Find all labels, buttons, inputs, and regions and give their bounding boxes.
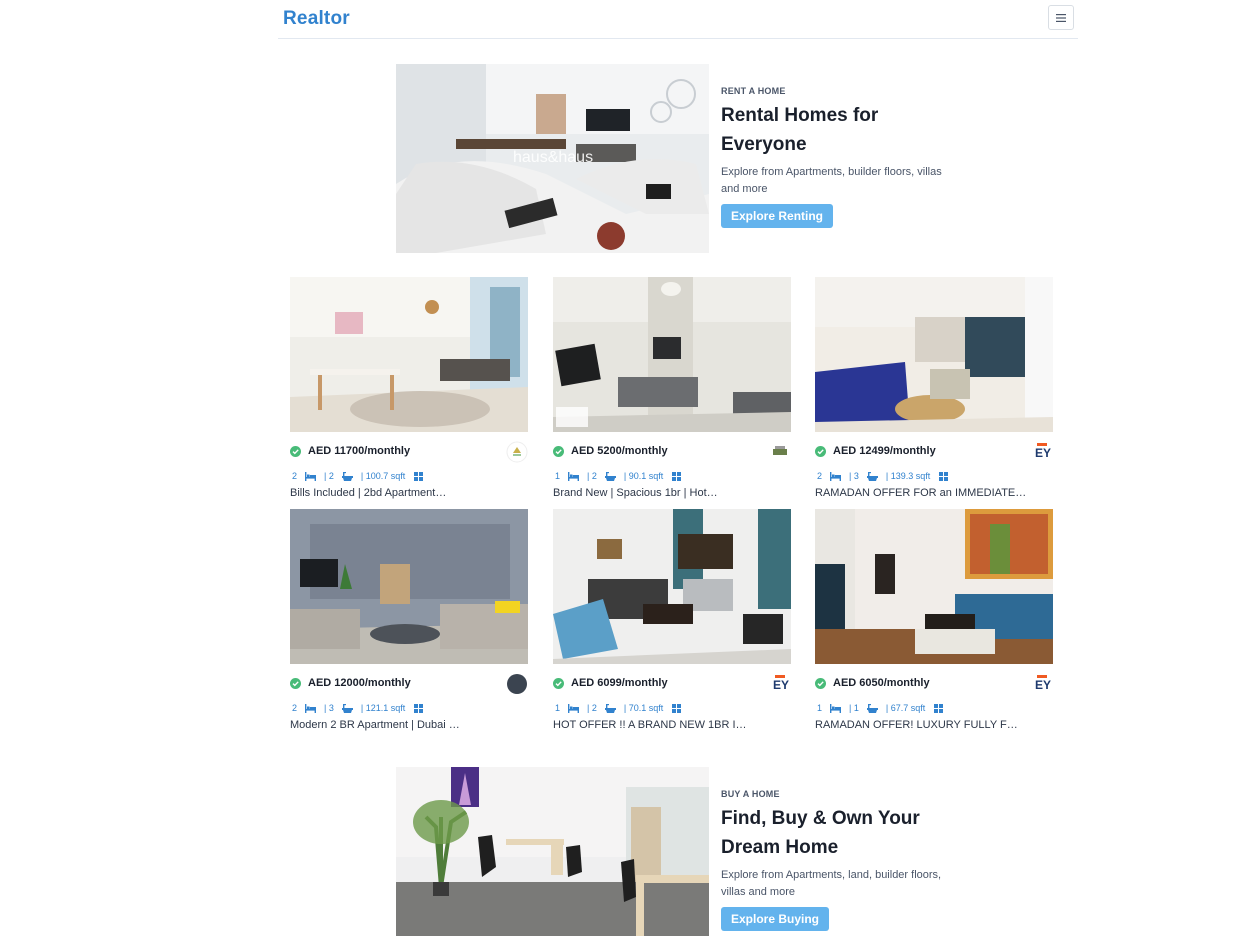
listing-photo[interactable] <box>553 277 791 432</box>
explore-renting-button[interactable]: Explore Renting <box>721 204 834 228</box>
rooms-count: 1 <box>555 471 561 481</box>
listing-price: AED 5200/monthly <box>571 445 668 457</box>
agency-avatar[interactable] <box>506 441 528 463</box>
area-value: | 139.3 sqft <box>885 471 931 481</box>
listing-title[interactable]: Modern 2 BR Apartment | Dubai … <box>290 719 528 731</box>
listing-photo[interactable] <box>290 509 528 664</box>
bed-icon <box>830 471 842 481</box>
listing-meta: 2 | 3 | 121.1 sqft <box>290 700 528 716</box>
buy-banner: BUY A HOME Find, Buy & Own Your Dream Ho… <box>396 767 966 936</box>
svg-text:haus&haus: haus&haus <box>513 149 593 166</box>
baths-count: | 1 <box>849 703 859 713</box>
listing-photo[interactable] <box>553 509 791 664</box>
check-circle-icon <box>815 678 826 689</box>
agency-avatar[interactable]: EY <box>1031 441 1053 463</box>
grid-icon <box>672 471 682 481</box>
bed-icon <box>305 471 317 481</box>
grid-icon <box>939 471 949 481</box>
baths-count: | 2 <box>324 471 334 481</box>
bath-icon <box>604 471 616 481</box>
area-value: | 70.1 sqft <box>623 703 664 713</box>
listing-price: AED 12499/monthly <box>833 445 936 457</box>
baths-count: | 3 <box>849 471 859 481</box>
area-value: | 121.1 sqft <box>360 703 406 713</box>
bath-icon <box>866 471 878 481</box>
check-circle-icon <box>553 678 564 689</box>
agency-avatar[interactable]: EY <box>769 673 791 695</box>
bath-icon <box>866 703 878 713</box>
listing-price: AED 11700/monthly <box>308 445 411 457</box>
rooms-count: 1 <box>555 703 561 713</box>
check-circle-icon <box>290 446 301 457</box>
rooms-count: 1 <box>817 703 823 713</box>
agency-avatar[interactable]: EY <box>1031 673 1053 695</box>
explore-buying-button[interactable]: Explore Buying <box>721 907 830 931</box>
buy-title: Find, Buy & Own Your Dream Home <box>721 808 920 858</box>
area-value: | 90.1 sqft <box>623 471 664 481</box>
rent-banner: haus&haus RENT A HOME Rental Homes for E… <box>396 64 966 253</box>
area-value: | 100.7 sqft <box>360 471 406 481</box>
check-circle-icon <box>815 446 826 457</box>
listing-title[interactable]: Brand New | Spacious 1br | Hot… <box>553 487 791 499</box>
listing-meta: 1 | 1 | 67.7 sqft <box>815 700 1053 716</box>
grid-icon <box>672 703 682 713</box>
listing-card[interactable]: AED 12499/monthly EY 2 | 3 | 139.3 sqft RAMAD… <box>815 277 1053 499</box>
listing-meta: 1 | 2 | 90.1 sqft <box>553 468 791 484</box>
listing-price: AED 12000/monthly <box>308 677 411 689</box>
listing-meta: 2 | 3 | 139.3 sqft <box>815 468 1053 484</box>
listing-card[interactable]: AED 11700/monthly 2 | 2 | 100.7 sqft Bills I… <box>290 277 528 499</box>
rooms-count: 2 <box>292 471 298 481</box>
grid-icon <box>414 703 424 713</box>
listing-photo[interactable] <box>290 277 528 432</box>
rent-eyebrow: RENT A HOME <box>721 86 786 96</box>
listing-card[interactable]: AED 12000/monthly 2 | 3 | 121.1 sqft Modern … <box>290 509 528 731</box>
bed-icon <box>830 703 842 713</box>
baths-count: | 2 <box>587 703 597 713</box>
listing-title[interactable]: RAMADAN OFFER! LUXURY FULLY F… <box>815 719 1053 731</box>
check-circle-icon <box>290 678 301 689</box>
listing-price: AED 6050/monthly <box>833 677 930 689</box>
listing-photo[interactable] <box>815 509 1053 664</box>
svg-text:EY: EY <box>773 678 789 692</box>
brand-logo[interactable]: Realtor <box>283 8 350 30</box>
menu-button[interactable] <box>1048 5 1074 30</box>
svg-text:EY: EY <box>1035 678 1051 692</box>
listing-card[interactable]: AED 5200/monthly 1 | 2 | 90.1 sqft Brand New… <box>553 277 791 499</box>
area-value: | 67.7 sqft <box>885 703 926 713</box>
check-circle-icon <box>553 446 564 457</box>
baths-count: | 3 <box>324 703 334 713</box>
bed-icon <box>568 703 580 713</box>
grid-icon <box>934 703 944 713</box>
listing-title[interactable]: Bills Included | 2bd Apartment… <box>290 487 528 499</box>
bath-icon <box>341 471 353 481</box>
listing-title[interactable]: HOT OFFER !! A BRAND NEW 1BR I… <box>553 719 791 731</box>
bath-icon <box>604 703 616 713</box>
bath-icon <box>341 703 353 713</box>
rent-title: Rental Homes for Everyone <box>721 105 879 155</box>
listing-price: AED 6099/monthly <box>571 677 668 689</box>
hamburger-icon <box>1056 13 1066 22</box>
listing-card[interactable]: AED 6050/monthly EY 1 | 1 | 67.7 sqft RAMADAN… <box>815 509 1053 731</box>
listing-meta: 1 | 2 | 70.1 sqft <box>553 700 791 716</box>
bed-icon <box>568 471 580 481</box>
grid-icon <box>414 471 424 481</box>
buy-eyebrow: BUY A HOME <box>721 789 780 799</box>
buy-description: Explore from Apartments, land, builder f… <box>721 869 942 898</box>
rent-banner-photo: haus&haus <box>396 64 709 253</box>
listing-meta: 2 | 2 | 100.7 sqft <box>290 468 528 484</box>
agency-avatar[interactable] <box>769 441 791 463</box>
baths-count: | 2 <box>587 471 597 481</box>
navbar: Realtor <box>278 0 1078 39</box>
rooms-count: 2 <box>292 703 298 713</box>
listing-card[interactable]: AED 6099/monthly EY 1 | 2 | 70.1 sqft HOT OFF… <box>553 509 791 731</box>
bed-icon <box>305 703 317 713</box>
rent-description: Explore from Apartments, builder floors,… <box>721 166 942 195</box>
listing-title[interactable]: RAMADAN OFFER FOR an IMMEDIATE… <box>815 487 1053 499</box>
rooms-count: 2 <box>817 471 823 481</box>
agency-avatar[interactable] <box>506 673 528 695</box>
listing-photo[interactable] <box>815 277 1053 432</box>
svg-text:EY: EY <box>1035 446 1051 460</box>
buy-banner-photo <box>396 767 709 936</box>
